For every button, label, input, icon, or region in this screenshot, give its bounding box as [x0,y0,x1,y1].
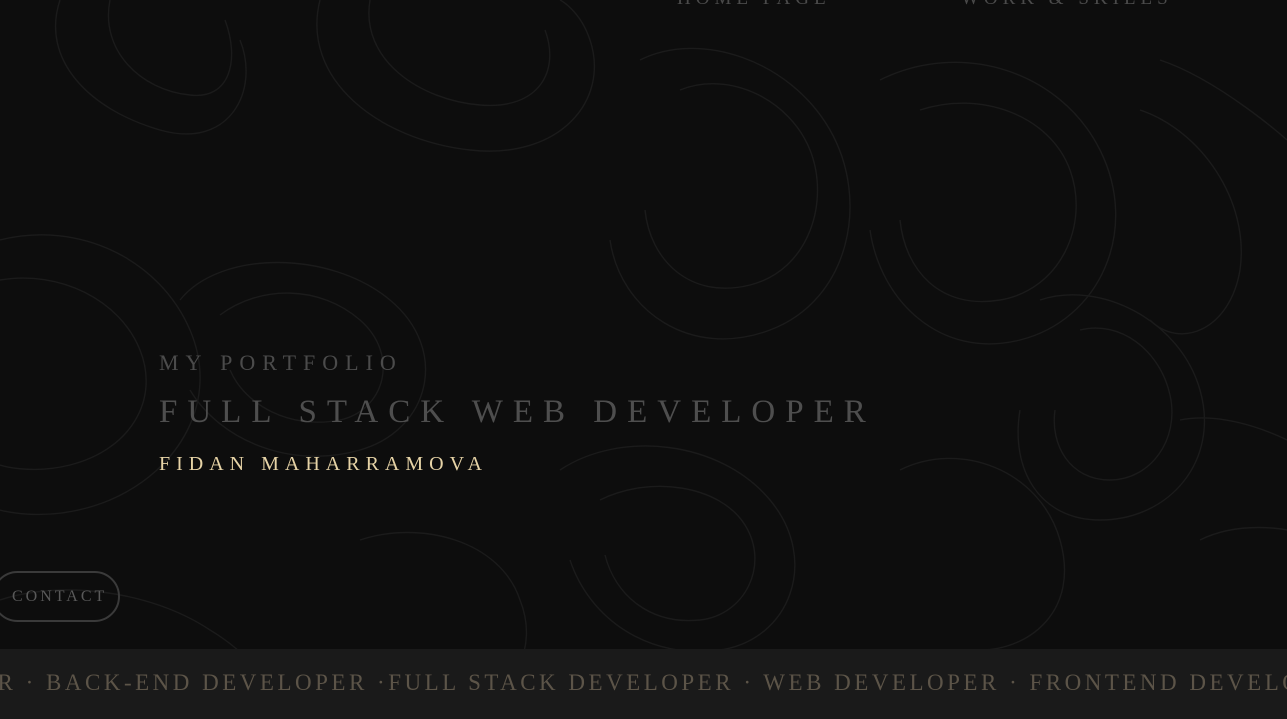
owner-name: FIDAN MAHARRAMOVA [159,453,488,475]
top-nav: HOME PAGE WORK & SKILLS [0,0,1287,12]
roles-marquee: ER · BACK-END DEVELOPER ·FULL STACK DEVE… [0,649,1287,719]
hero-title: FULL STACK WEB DEVELOPER [159,394,876,430]
nav-work-skills-link[interactable]: WORK & SKILLS [961,0,1173,10]
portfolio-page: HOME PAGE WORK & SKILLS MY PORTFOLIO FUL… [0,0,1287,719]
nav-home-link[interactable]: HOME PAGE [677,0,831,10]
contact-button[interactable]: CONTACT [0,571,120,622]
hero-section: MY PORTFOLIO FULL STACK WEB DEVELOPER FI… [159,350,876,476]
portfolio-eyebrow: MY PORTFOLIO [159,350,403,375]
marquee-text: ER · BACK-END DEVELOPER ·FULL STACK DEVE… [0,670,1287,695]
